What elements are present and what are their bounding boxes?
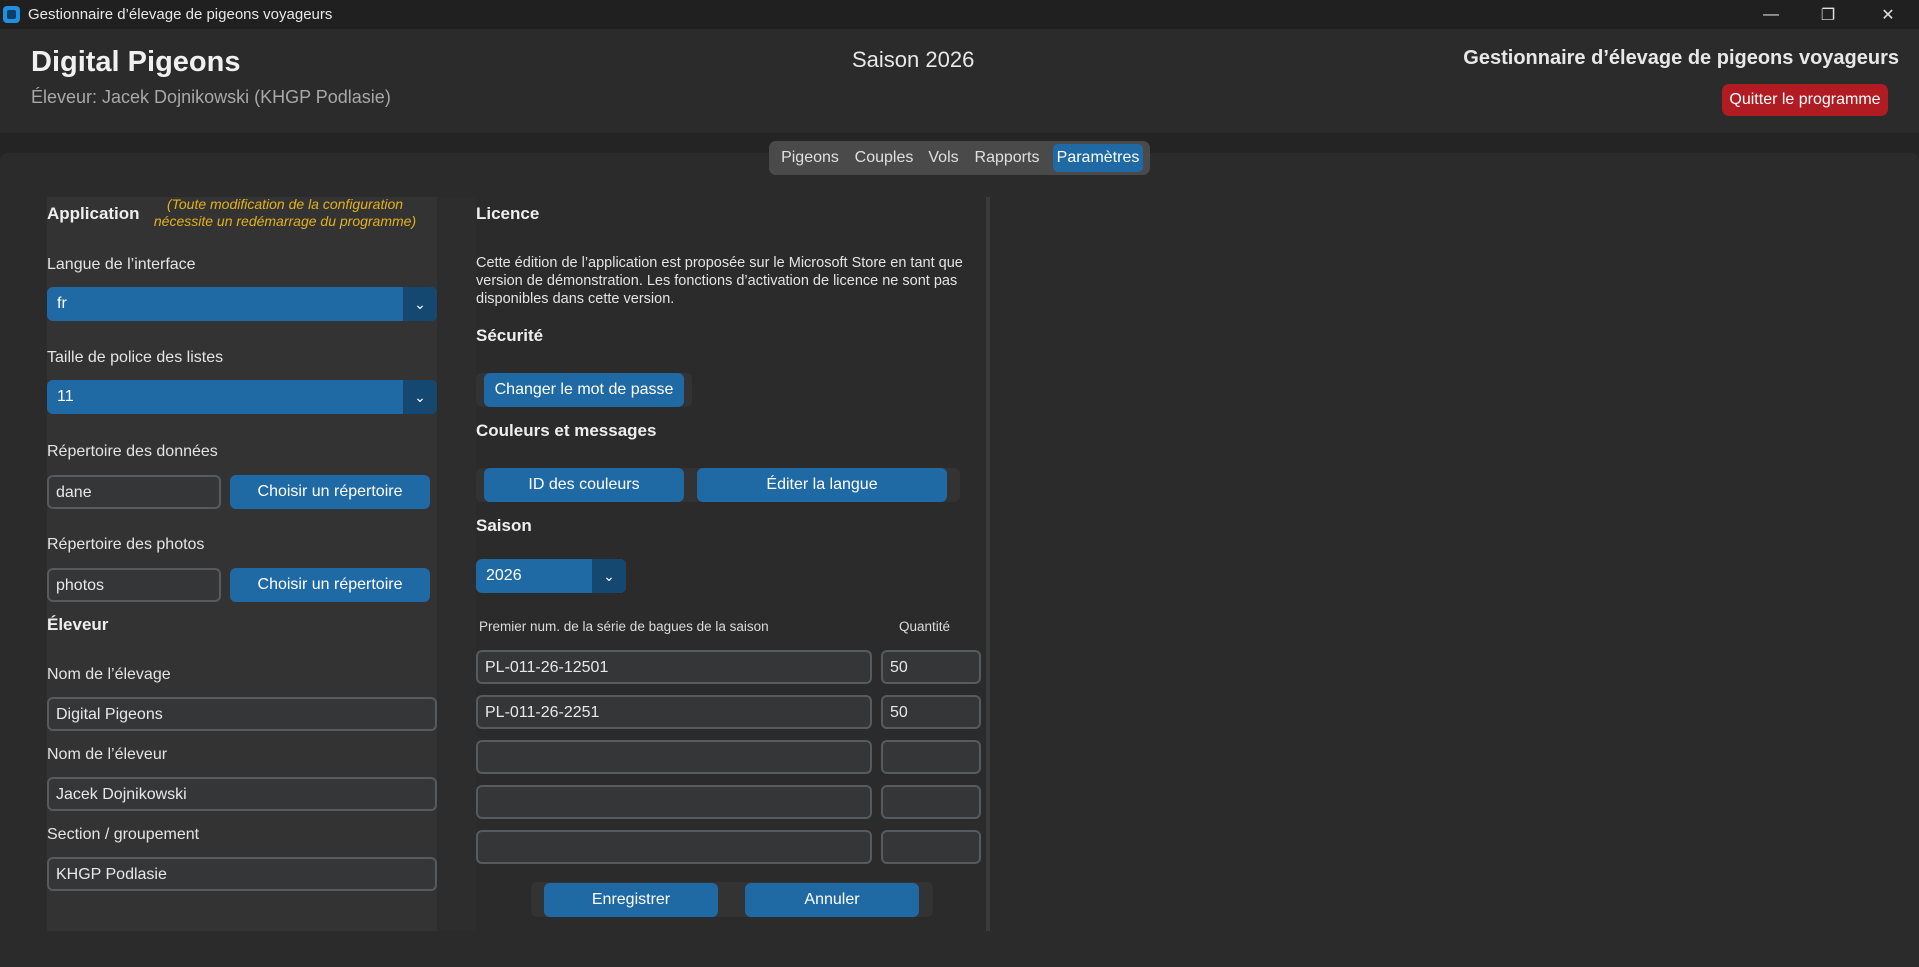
application-section-title: Application [47,204,140,223]
edit-language-button[interactable]: Éditer la langue [697,468,947,502]
ring-series-input[interactable] [476,740,872,774]
photo-dir-input[interactable]: photos [47,568,221,602]
data-dir-label: Répertoire des données [47,443,218,460]
ring-series-input[interactable] [476,830,872,864]
license-text-line2: version de démonstration. Les fonctions … [476,273,958,289]
left-scrollbar[interactable] [437,197,477,931]
quantity-input[interactable] [881,785,981,819]
app-header: Digital Pigeons Éleveur: Jacek Dojnikows… [0,29,1919,133]
season-select[interactable]: 2026 ⌄ [476,559,626,593]
restart-note-line1: (Toute modification de la configuration [166,196,404,212]
language-select[interactable]: fr ⌄ [47,287,437,321]
ring-series-input[interactable]: PL-011-26-2251 [476,695,872,729]
data-dir-input[interactable]: dane [47,475,221,509]
license-text: Cette édition de l’application est propo… [476,254,991,308]
tab-bar: Pigeons Couples Vols Rapports Paramètres [769,141,1150,175]
app-subtitle: Gestionnaire d’élevage de pigeons voyage… [1463,47,1899,69]
license-section-title: Licence [476,204,540,223]
ring-series-input[interactable] [476,785,872,819]
choose-photo-dir-button[interactable]: Choisir un répertoire [230,568,430,602]
chevron-down-icon[interactable]: ⌄ [403,287,437,321]
tab-parametres[interactable]: Paramètres [1053,144,1143,172]
save-button[interactable]: Enregistrer [544,883,718,917]
window-titlebar: Gestionnaire d’élevage de pigeons voyage… [0,0,1919,29]
change-password-button[interactable]: Changer le mot de passe [484,373,684,407]
season-section-title: Saison [476,516,532,535]
language-value: fr [57,295,67,312]
loft-name-label: Nom de l’élevage [47,666,171,683]
breeder-section-title: Éleveur [47,615,109,634]
tab-rapports[interactable]: Rapports [969,144,1045,172]
quantity-input[interactable]: 50 [881,650,981,684]
security-section-title: Sécurité [476,326,544,345]
season-value: 2026 [486,567,522,584]
ring-series-column-header: Premier num. de la série de bagues de la… [479,619,769,634]
breeder-name-input[interactable]: Jacek Dojnikowski [47,777,437,811]
license-text-line3: disponibles dans cette version. [476,291,675,307]
loft-name-input[interactable]: Digital Pigeons [47,697,437,731]
quantity-input[interactable] [881,740,981,774]
font-size-value: 11 [57,388,74,405]
tab-vols[interactable]: Vols [922,144,965,172]
minimize-icon[interactable]: — [1748,0,1794,29]
quantity-input[interactable]: 50 [881,695,981,729]
restart-note-line2: nécessite un redémarrage du programme) [153,213,417,229]
breeder-info: Éleveur: Jacek Dojnikowski (KHGP Podlasi… [31,87,391,107]
close-icon[interactable]: ✕ [1865,0,1911,29]
quantity-input[interactable] [881,830,981,864]
colors-section-title: Couleurs et messages [476,421,657,440]
app-icon [3,6,20,23]
restart-note: (Toute modification de la configuration … [140,196,430,230]
color-ids-button[interactable]: ID des couleurs [484,468,684,502]
ring-series-input[interactable]: PL-011-26-12501 [476,650,872,684]
quantity-column-header: Quantité [899,619,951,634]
language-label: Langue de l’interface [47,256,196,273]
font-size-label: Taille de police des listes [47,349,224,366]
chevron-down-icon[interactable]: ⌄ [592,559,626,593]
brand-title: Digital Pigeons [31,46,241,78]
photo-dir-label: Répertoire des photos [47,536,205,553]
cancel-button[interactable]: Annuler [745,883,919,917]
tab-couples[interactable]: Couples [850,144,918,172]
restore-icon[interactable]: ❐ [1805,0,1851,29]
chevron-down-icon[interactable]: ⌄ [403,380,437,414]
section-label: Section / groupement [47,826,200,843]
breeder-name-label: Nom de l’éleveur [47,746,168,763]
quit-button[interactable]: Quitter le programme [1722,84,1888,116]
window-title: Gestionnaire d’élevage de pigeons voyage… [28,6,333,23]
choose-data-dir-button[interactable]: Choisir un répertoire [230,475,430,509]
tab-pigeons[interactable]: Pigeons [775,144,845,172]
season-title: Saison 2026 [852,47,975,72]
license-text-line1: Cette édition de l’application est propo… [476,255,963,271]
section-input[interactable]: KHGP Podlasie [47,857,437,891]
font-size-select[interactable]: 11 ⌄ [47,380,437,414]
